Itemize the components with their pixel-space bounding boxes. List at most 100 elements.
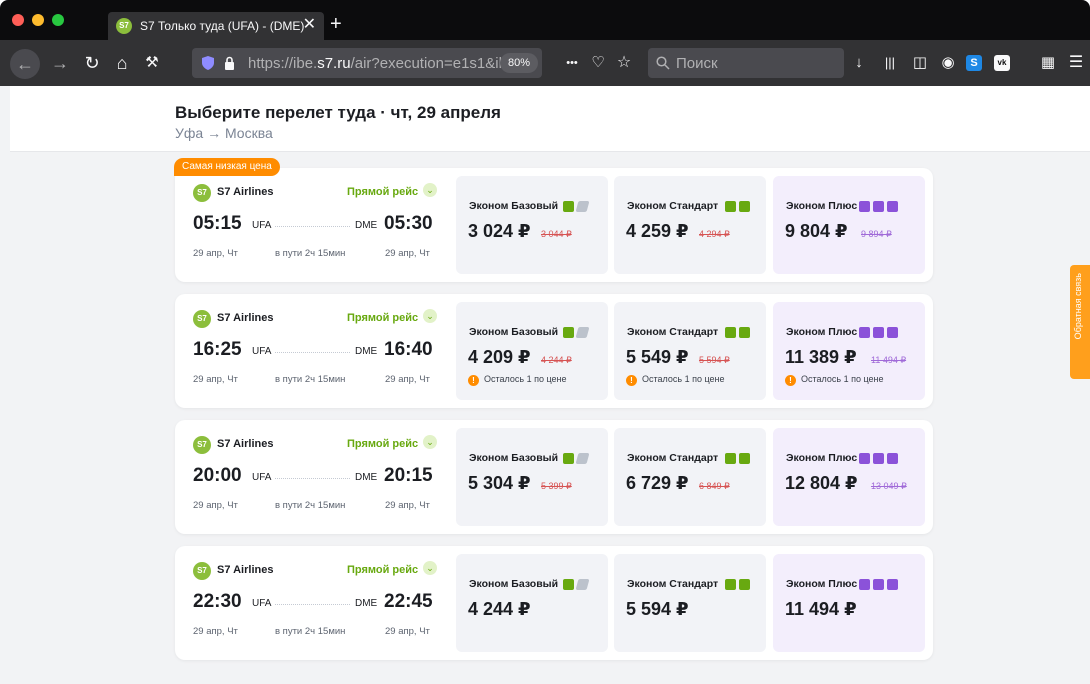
fare-option-economy-standard[interactable]: Эконом Стандарт 5 549 ₽ 5 594 ₽ ! Осталос…	[614, 302, 766, 400]
forward-arrow-icon[interactable]: →	[50, 51, 70, 75]
tab-title: S7 Только туда (UFA) - (DME)	[140, 19, 305, 33]
suitcase-icon	[739, 201, 750, 213]
shield-icon[interactable]	[202, 56, 214, 70]
hamburger-menu-icon[interactable]: ☰	[1066, 51, 1086, 75]
flight-card[interactable]: S7 S7 Airlines Прямой рейс ⌄ 22:30 UFA D…	[175, 546, 933, 660]
direct-flight-label[interactable]: Прямой рейс	[347, 438, 418, 450]
direct-flight-label[interactable]: Прямой рейс	[347, 564, 418, 576]
arrival-date: 29 апр, Чт	[385, 500, 430, 511]
search-input[interactable]: Поиск	[648, 48, 844, 78]
fare-name: Эконом Базовый	[469, 200, 559, 212]
flight-duration: в пути 2ч 15мин	[275, 626, 346, 637]
bookmark-star-icon[interactable]: ☆	[614, 51, 634, 75]
search-placeholder: Поиск	[676, 55, 718, 72]
chevron-down-icon[interactable]: ⌄	[423, 183, 437, 197]
airline-name: S7 Airlines	[217, 186, 274, 198]
direct-flight-label[interactable]: Прямой рейс	[347, 186, 418, 198]
vk-extension-icon[interactable]: vk	[994, 55, 1010, 71]
exchange-icon	[873, 579, 884, 591]
no-baggage-icon	[575, 579, 590, 591]
fare-name: Эконом Базовый	[469, 326, 559, 338]
departure-airport-code: UFA	[252, 598, 272, 609]
library-icon[interactable]: |||	[880, 51, 900, 75]
seat-icon	[887, 579, 898, 591]
url-bar[interactable]: https://ibe.s7.ru/air?execution=e1s1&ibe	[192, 48, 542, 78]
fare-option-economy-basic[interactable]: Эконом Базовый 5 304 ₽ 5 399 ₽	[456, 428, 608, 526]
flight-duration: в пути 2ч 15мин	[275, 248, 346, 259]
fare-option-economy-plus[interactable]: Эконом Плюс 9 804 ₽ 9 894 ₽	[773, 176, 925, 274]
arrival-time: 16:40	[384, 339, 433, 360]
arrival-date: 29 апр, Чт	[385, 248, 430, 259]
fare-option-economy-plus[interactable]: Эконом Плюс 11 389 ₽ 11 494 ₽ ! Осталось …	[773, 302, 925, 400]
warning-icon: !	[785, 375, 796, 386]
chevron-down-icon[interactable]: ⌄	[423, 561, 437, 575]
page-actions-menu-icon[interactable]: •••	[562, 51, 582, 75]
bag-icon	[725, 579, 736, 591]
fare-name: Эконом Стандарт	[627, 200, 719, 212]
fare-option-economy-standard[interactable]: Эконом Стандарт 5 594 ₽	[614, 554, 766, 652]
fare-price: 4 209 ₽	[468, 347, 531, 367]
home-icon[interactable]: ⌂	[112, 51, 132, 75]
back-arrow-icon[interactable]: ←	[10, 49, 40, 79]
lock-icon	[225, 56, 234, 70]
fare-option-economy-basic[interactable]: Эконом Базовый 4 209 ₽ 4 244 ₽ ! Осталось…	[456, 302, 608, 400]
chevron-down-icon[interactable]: ⌄	[423, 309, 437, 323]
fare-price: 9 804 ₽	[785, 221, 848, 241]
fare-option-economy-standard[interactable]: Эконом Стандарт 4 259 ₽ 4 294 ₽	[614, 176, 766, 274]
bag-icon	[725, 453, 736, 465]
chevron-down-icon[interactable]: ⌄	[423, 435, 437, 449]
direct-flight-label[interactable]: Прямой рейс	[347, 312, 418, 324]
minimize-window-button[interactable]	[32, 14, 44, 26]
fare-price: 4 259 ₽	[626, 221, 689, 241]
suitcase-icon	[739, 327, 750, 339]
departure-date: 29 апр, Чт	[193, 626, 238, 637]
fare-name: Эконом Плюс	[786, 200, 858, 212]
browser-tab[interactable]: S7 S7 Только туда (UFA) - (DME) ✕	[108, 12, 324, 40]
fare-price: 11 389 ₽	[785, 347, 857, 367]
sidebar-icon[interactable]: ◫	[910, 51, 930, 75]
wrench-icon[interactable]: ⚒	[142, 51, 162, 75]
departure-date: 29 апр, Чт	[193, 500, 238, 511]
arrival-airport-code: DME	[355, 220, 378, 231]
seat-icon	[887, 453, 898, 465]
feedback-side-button[interactable]: Обратная связь	[1070, 265, 1090, 379]
suitcase-icon	[859, 579, 870, 591]
account-icon[interactable]: ◉	[938, 51, 958, 75]
new-tab-button[interactable]: +	[330, 14, 342, 34]
maximize-window-button[interactable]	[52, 14, 64, 26]
flight-card[interactable]: Самая низкая цена S7 S7 Airlines Прямой …	[174, 158, 933, 282]
flight-card[interactable]: S7 S7 Airlines Прямой рейс ⌄ 16:25 UFA D…	[175, 294, 933, 408]
flight-card[interactable]: S7 S7 Airlines Прямой рейс ⌄ 20:00 UFA D…	[175, 420, 933, 534]
warning-icon: !	[626, 375, 637, 386]
extensions-icon[interactable]: ▦	[1038, 51, 1058, 75]
pocket-icon[interactable]: ♡	[588, 51, 608, 75]
exchange-icon	[873, 327, 884, 339]
seats-left-warning: ! Осталось 1 по цене	[785, 374, 884, 386]
downloads-icon[interactable]: ↓	[850, 51, 868, 75]
tab-close-icon[interactable]: ✕	[303, 15, 316, 35]
fare-option-economy-plus[interactable]: Эконом Плюс 12 804 ₽ 13 049 ₽	[773, 428, 925, 526]
fare-option-economy-standard[interactable]: Эконом Стандарт 6 729 ₽ 6 849 ₽	[614, 428, 766, 526]
fare-option-economy-basic[interactable]: Эконом Базовый 4 244 ₽	[456, 554, 608, 652]
s-extension-icon[interactable]: S	[966, 55, 982, 71]
close-window-button[interactable]	[12, 14, 24, 26]
url-text[interactable]: https://ibe.s7.ru/air?execution=e1s1&ibe	[248, 55, 538, 72]
navigation-bar: ← → ↻ ⌂ ⚒ https://ibe.s7.ru/air?executio…	[0, 40, 1090, 86]
fare-name: Эконом Плюс	[786, 578, 858, 590]
departure-date: 29 апр, Чт	[193, 374, 238, 385]
fare-option-economy-plus[interactable]: Эконом Плюс 11 494 ₽	[773, 554, 925, 652]
bag-icon	[725, 201, 736, 213]
suitcase-icon	[739, 579, 750, 591]
suitcase-icon	[859, 453, 870, 465]
no-baggage-icon	[575, 327, 590, 339]
departure-date: 29 апр, Чт	[193, 248, 238, 259]
fare-price: 5 304 ₽	[468, 473, 531, 493]
arrival-airport-code: DME	[355, 598, 378, 609]
reload-icon[interactable]: ↻	[82, 51, 102, 75]
fare-option-economy-basic[interactable]: Эконом Базовый 3 024 ₽ 3 044 ₽	[456, 176, 608, 274]
departure-airport-code: UFA	[252, 220, 272, 231]
arrival-time: 22:45	[384, 591, 433, 612]
fare-price: 4 244 ₽	[468, 599, 531, 619]
fare-old-price: 11 494 ₽	[871, 355, 907, 365]
zoom-level-badge[interactable]: 80%	[500, 53, 539, 73]
